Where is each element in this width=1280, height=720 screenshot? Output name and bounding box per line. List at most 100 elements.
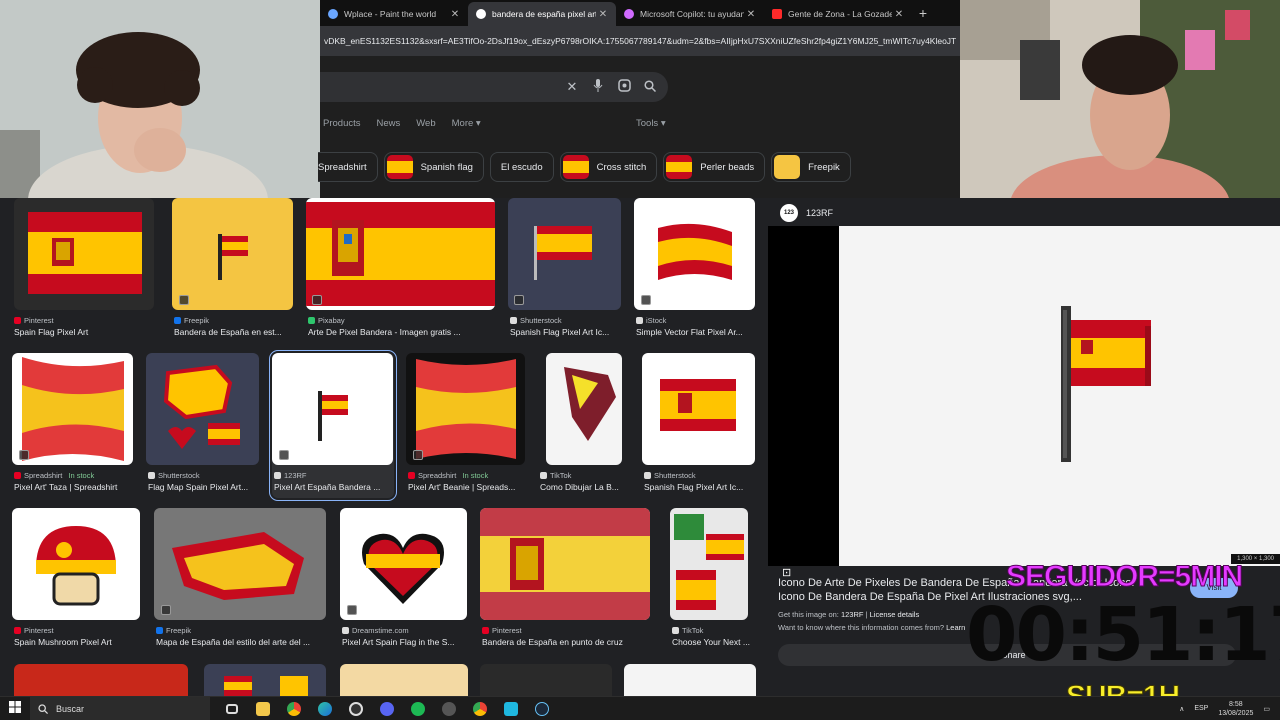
result-title[interactable]: Bandera de España en est... [174, 327, 294, 337]
taskbar-search[interactable]: Buscar [30, 696, 210, 720]
preview-image[interactable] [839, 226, 1280, 566]
task-view-icon[interactable] [216, 697, 247, 720]
tab-google-search[interactable]: bandera de españa pixel art - G ✕ [468, 2, 616, 26]
result-image[interactable] [154, 508, 326, 620]
tab-news[interactable]: News [377, 118, 401, 129]
result-title[interactable]: Como Dibujar La B... [540, 482, 630, 492]
result-title[interactable]: Pixel Art España Bandera ... [274, 482, 392, 492]
result-card[interactable]: Shutterstock Spanish Flag Pixel Art Ic..… [642, 353, 756, 498]
clear-icon[interactable]: ✕ [566, 79, 578, 95]
chrome-icon[interactable] [278, 697, 309, 720]
result-image[interactable] [146, 353, 259, 465]
result-card[interactable]: Shutterstock Spanish Flag Pixel Art Ic..… [508, 198, 622, 343]
spotify-icon[interactable] [402, 697, 433, 720]
windows-start-icon[interactable] [0, 701, 30, 716]
result-title[interactable]: Simple Vector Flat Pixel Ar... [636, 327, 756, 337]
result-card[interactable] [624, 664, 756, 696]
chip-perler-beads[interactable]: Perler beads [663, 152, 766, 182]
result-card[interactable] [204, 664, 326, 696]
preview-source[interactable]: 123 123RF [780, 204, 833, 222]
tab-close-icon[interactable]: ✕ [596, 9, 610, 20]
edge-icon[interactable] [309, 697, 340, 720]
result-title[interactable]: Pixel Art' Taza | Spreadshirt [14, 482, 134, 492]
chip-el-escudo[interactable]: El escudo [489, 152, 554, 182]
result-card[interactable]: Spreadshirt In stock Pixel Art' Beanie | … [406, 353, 526, 498]
result-image[interactable] [172, 198, 293, 310]
search-icon[interactable] [644, 79, 657, 95]
result-card[interactable]: Pixabay Arte De Pixel Bandera - Imagen g… [306, 198, 496, 343]
result-image[interactable] [634, 198, 755, 310]
result-card[interactable]: Pinterest Bandera de España en punto de … [480, 508, 652, 653]
result-title[interactable]: Flag Map Spain Pixel Art... [148, 482, 260, 492]
tab-close-icon[interactable]: ✕ [744, 9, 758, 20]
tab-copilot[interactable]: Microsoft Copilot: tu ayudante ✕ [616, 2, 764, 26]
result-card[interactable] [14, 664, 188, 696]
app-icon[interactable] [433, 697, 464, 720]
result-card[interactable]: Spreadshirt In stock Pixel Art' Taza | Sp… [12, 353, 134, 498]
result-image[interactable] [546, 353, 622, 465]
result-image[interactable] [306, 198, 495, 310]
tools-button[interactable]: Tools ▾ [636, 118, 666, 129]
file-explorer-icon[interactable] [247, 697, 278, 720]
tab-close-icon[interactable]: ✕ [892, 9, 906, 20]
result-title[interactable]: Pixel Art Spain Flag in the S... [342, 637, 468, 647]
result-title[interactable]: Pixel Art' Beanie | Spreads... [408, 482, 526, 492]
result-image[interactable] [340, 664, 468, 696]
chip-cross-stitch[interactable]: Cross stitch [559, 152, 658, 182]
result-card[interactable]: TikTok Choose Your Next ... [670, 508, 756, 653]
license-link[interactable]: License details [870, 610, 920, 619]
result-card[interactable]: iStock Simple Vector Flat Pixel Ar... [634, 198, 756, 343]
result-card[interactable]: Pinterest Spain Mushroom Pixel Art [12, 508, 142, 653]
result-image[interactable] [12, 508, 140, 620]
language-indicator[interactable]: ESP [1194, 705, 1208, 712]
result-image[interactable] [480, 664, 612, 696]
new-tab-button[interactable]: + [912, 2, 934, 26]
clock[interactable]: 8:58 13/08/2025 [1218, 700, 1253, 718]
result-title[interactable]: Spain Flag Pixel Art [14, 327, 154, 337]
chip-spanish-flag[interactable]: Spanish flag [383, 152, 484, 182]
result-image[interactable] [508, 198, 621, 310]
discord-icon[interactable] [371, 697, 402, 720]
learn-more-link[interactable]: Learn [946, 623, 965, 632]
result-card[interactable]: TikTok Como Dibujar La B... [540, 353, 630, 498]
result-image[interactable] [204, 664, 326, 696]
tab-youtube[interactable]: Gente de Zona - La Gozadera ✕ [764, 2, 912, 26]
search-box[interactable]: ✕ [320, 72, 668, 102]
result-card[interactable]: Shutterstock Flag Map Spain Pixel Art... [146, 353, 260, 498]
result-title[interactable]: Spain Mushroom Pixel Art [14, 637, 142, 647]
address-bar[interactable]: vDKB_enES1132ES1132&sxsrf=AE3TifOo-2DsJf… [320, 26, 960, 56]
result-image[interactable] [14, 198, 154, 310]
result-card[interactable]: Freepik Mapa de España del estilo del ar… [154, 508, 328, 653]
chip-spreadshirt[interactable]: Spreadshirt [318, 152, 378, 182]
result-image[interactable] [480, 508, 650, 620]
result-card[interactable]: Freepik Bandera de España en est... [172, 198, 294, 343]
chrome-active-icon[interactable] [464, 697, 495, 720]
result-image[interactable] [670, 508, 748, 620]
result-image[interactable] [624, 664, 756, 696]
result-card[interactable]: Pinterest Spain Flag Pixel Art [14, 198, 154, 343]
url-text[interactable]: vDKB_enES1132ES1132&sxsrf=AE3TifOo-2DsJf… [324, 36, 956, 46]
result-image[interactable] [14, 664, 188, 696]
result-card[interactable]: Dreamstime.com Pixel Art Spain Flag in t… [340, 508, 468, 653]
result-card-selected[interactable]: 123RF Pixel Art España Bandera ... [269, 350, 397, 501]
result-title[interactable]: Choose Your Next ... [672, 637, 756, 647]
tab-products[interactable]: Products [323, 118, 361, 129]
result-title[interactable]: Spanish Flag Pixel Art Ic... [644, 482, 756, 492]
result-image[interactable] [406, 353, 525, 465]
tab-close-icon[interactable]: ✕ [448, 9, 462, 20]
result-image[interactable] [272, 353, 393, 465]
result-image[interactable] [340, 508, 467, 620]
lens-icon[interactable] [618, 79, 631, 95]
get-site-link[interactable]: 123RF [841, 610, 864, 619]
app-icon[interactable] [495, 697, 526, 720]
microphone-icon[interactable] [592, 79, 604, 95]
obs-icon[interactable] [340, 697, 371, 720]
result-card[interactable] [340, 664, 468, 696]
result-image[interactable] [12, 353, 133, 465]
result-image[interactable] [642, 353, 755, 465]
tab-more[interactable]: More ▾ [452, 118, 481, 129]
steam-icon[interactable] [526, 697, 557, 720]
result-card[interactable] [480, 664, 612, 696]
result-title[interactable]: Mapa de España del estilo del arte del .… [156, 637, 328, 647]
tab-wplace[interactable]: Wplace - Paint the world ✕ [320, 2, 468, 26]
